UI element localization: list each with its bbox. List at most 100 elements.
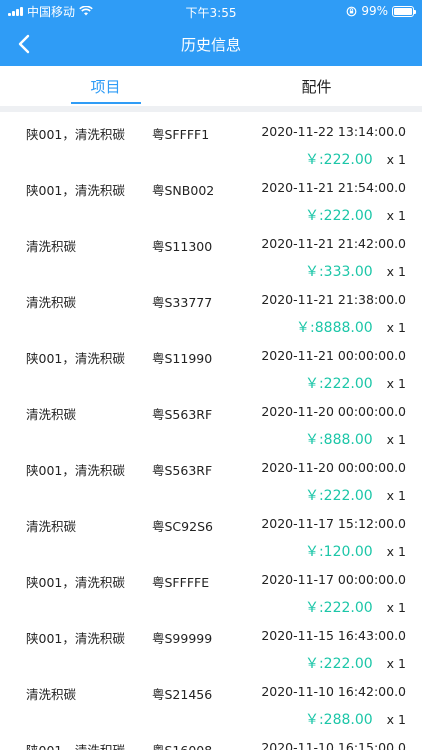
service-name: 陕001，清洗积碳 [26, 575, 125, 590]
record-info: 陕001，清洗积碳 粤SNB002 2020-11-21 21:54:00.0 [26, 180, 406, 198]
service-name: 清洗积碳 [26, 407, 77, 422]
record-info: 清洗积碳 粤S33777 2020-11-21 21:38:00.0 [26, 292, 406, 310]
list-item[interactable]: 清洗积碳 粤S21456 2020-11-10 16:42:00.0 ￥:288.00… [0, 672, 422, 728]
service-name: 清洗积碳 [26, 519, 77, 534]
quantity-label: x 1 [386, 711, 406, 727]
nav-bar: 历史信息 [0, 22, 422, 66]
record-info: 陕001，清洗积碳 粤S563RF 2020-11-20 00:00:00.0 [26, 460, 406, 478]
record-info: 陕001，清洗积碳 粤S99999 2020-11-15 16:43:00.0 [26, 628, 406, 646]
plate-number: 粤S11300 [152, 239, 213, 254]
service-name: 清洗积碳 [26, 687, 77, 702]
price-label: ￥:288.00 [304, 712, 373, 728]
record-amount: ￥:222.00 x 1 [304, 206, 406, 225]
record-date: 2020-11-17 00:00:00.0 [261, 572, 406, 587]
price-label: ￥:222.00 [304, 488, 373, 504]
price-label: ￥:120.00 [304, 544, 373, 560]
quantity-label: x 1 [386, 319, 406, 335]
list-item[interactable]: 陕001，清洗积碳 粤S563RF 2020-11-20 00:00:00.0 ￥:2… [0, 448, 422, 504]
record-amount: ￥:222.00 x 1 [304, 486, 406, 505]
quantity-label: x 1 [386, 543, 406, 559]
price-label: ￥:888.00 [304, 432, 373, 448]
plate-number: 粤SFFFF1 [152, 127, 210, 142]
record-amount: ￥:288.00 x 1 [304, 710, 406, 729]
list-item[interactable]: 陕001，清洗积碳 粤SFFFFE 2020-11-17 00:00:00.0 ￥:2… [0, 560, 422, 616]
page-title: 历史信息 [180, 35, 241, 54]
record-date: 2020-11-21 21:38:00.0 [261, 292, 406, 307]
price-label: ￥:222.00 [304, 376, 373, 392]
list-item[interactable]: 陕001，清洗积碳 粤S99999 2020-11-15 16:43:00.0 ￥:2… [0, 616, 422, 672]
record-date: 2020-11-15 16:43:00.0 [261, 628, 406, 643]
plate-number: 粤S563RF [152, 463, 213, 478]
quantity-label: x 1 [386, 263, 406, 279]
quantity-label: x 1 [386, 431, 406, 447]
status-time: 下午3:55 [185, 6, 237, 20]
battery-icon [392, 5, 416, 17]
record-info: 清洗积碳 粤S21456 2020-11-10 16:42:00.0 [26, 684, 406, 702]
tab-items[interactable]: 项目 [0, 66, 211, 106]
service-name: 陕001，清洗积碳 [26, 351, 125, 366]
record-info: 清洗积碳 粤S11300 2020-11-21 21:42:00.0 [26, 236, 406, 254]
service-name: 陕001，清洗积碳 [26, 463, 125, 478]
record-date: 2020-11-20 00:00:00.0 [261, 460, 406, 475]
record-amount: ￥:222.00 x 1 [304, 374, 406, 393]
record-date: 2020-11-20 00:00:00.0 [261, 404, 406, 419]
service-name: 陕001，清洗积碳 [26, 631, 125, 646]
list-item[interactable]: 陕001，清洗积碳 粤SNB002 2020-11-21 21:54:00.0 ￥:2… [0, 168, 422, 224]
price-label: ￥:222.00 [304, 656, 373, 672]
plate-number: 粤S99999 [152, 631, 213, 646]
record-amount: ￥:888.00 x 1 [304, 430, 406, 449]
plate-number: 粤SNB002 [152, 183, 215, 198]
plate-number: 粤S11990 [152, 351, 213, 366]
tab-parts[interactable]: 配件 [211, 66, 422, 106]
quantity-label: x 1 [386, 207, 406, 223]
record-info: 清洗积碳 粤S563RF 2020-11-20 00:00:00.0 [26, 404, 406, 422]
back-button[interactable] [12, 32, 36, 56]
battery-fill [394, 7, 412, 15]
service-name: 陕001，清洗积碳 [26, 183, 125, 198]
tab-bar: 项目 配件 [0, 66, 422, 106]
record-amount: ￥:8888.00 x 1 [296, 318, 406, 337]
record-info: 清洗积碳 粤SC92S6 2020-11-17 15:12:00.0 [26, 516, 406, 534]
chevron-left-icon [18, 34, 30, 54]
record-amount: ￥:222.00 x 1 [304, 150, 406, 169]
plate-number: 粤S21456 [152, 687, 213, 702]
record-date: 2020-11-17 15:12:00.0 [261, 516, 406, 531]
plate-number: 粤S33777 [152, 295, 213, 310]
record-amount: ￥:120.00 x 1 [304, 542, 406, 561]
quantity-label: x 1 [386, 487, 406, 503]
record-amount: ￥:333.00 x 1 [304, 262, 406, 281]
list-item[interactable]: 清洗积碳 粤SC92S6 2020-11-17 15:12:00.0 ￥:120.00… [0, 504, 422, 560]
record-info: 陕001，清洗积碳 粤SFFFF1 2020-11-22 13:14:00.0 [26, 124, 406, 142]
price-label: ￥:222.00 [304, 152, 373, 168]
quantity-label: x 1 [386, 375, 406, 391]
plate-number: 粤SC92S6 [152, 519, 213, 534]
quantity-label: x 1 [386, 599, 406, 615]
plate-number: 粤S563RF [152, 407, 213, 422]
list-item[interactable]: 清洗积碳 粤S11300 2020-11-21 21:42:00.0 ￥:333.00… [0, 224, 422, 280]
service-name: 清洗积碳 [26, 295, 77, 310]
list-item[interactable]: 陕001，清洗积碳 粤S11990 2020-11-21 00:00:00.0 ￥:2… [0, 336, 422, 392]
record-info: 陕001，清洗积碳 粤SFFFFE 2020-11-17 00:00:00.0 [26, 572, 406, 590]
list-item[interactable]: 清洗积碳 粤S33777 2020-11-21 21:38:00.0 ￥:8888.0… [0, 280, 422, 336]
service-name: 陕001，清洗积碳 [26, 740, 125, 750]
service-name: 陕001，清洗积碳 [26, 127, 125, 142]
history-list: 陕001，清洗积碳 粤SFFFF1 2020-11-22 13:14:00.0 ￥:2… [0, 112, 422, 750]
record-amount: ￥:222.00 x 1 [304, 654, 406, 673]
price-label: ￥:8888.00 [296, 320, 373, 336]
record-date: 2020-11-21 21:42:00.0 [261, 236, 406, 251]
app-header: 中国移动 下午3:55 99% 历史信息 [0, 0, 422, 66]
list-item[interactable]: 清洗积碳 粤S563RF 2020-11-20 00:00:00.0 ￥:888.00… [0, 392, 422, 448]
list-item[interactable]: 陕001，清洗积碳 粤S16008 2020-11-10 16:15:00.0 [0, 728, 422, 750]
price-label: ￥:333.00 [304, 264, 373, 280]
price-label: ￥:222.00 [304, 208, 373, 224]
list-item[interactable]: 陕001，清洗积碳 粤SFFFF1 2020-11-22 13:14:00.0 ￥:2… [0, 112, 422, 168]
price-label: ￥:222.00 [304, 600, 373, 616]
record-date: 2020-11-10 16:15:00.0 [261, 740, 406, 750]
record-info: 陕001，清洗积碳 粤S16008 2020-11-10 16:15:00.0 [26, 740, 406, 750]
status-bar: 中国移动 下午3:55 99% [0, 0, 422, 22]
plate-number: 粤SFFFFE [152, 575, 210, 590]
service-name: 清洗积碳 [26, 239, 77, 254]
quantity-label: x 1 [386, 151, 406, 167]
record-date: 2020-11-22 13:14:00.0 [261, 124, 406, 139]
record-info: 陕001，清洗积碳 粤S11990 2020-11-21 00:00:00.0 [26, 348, 406, 366]
